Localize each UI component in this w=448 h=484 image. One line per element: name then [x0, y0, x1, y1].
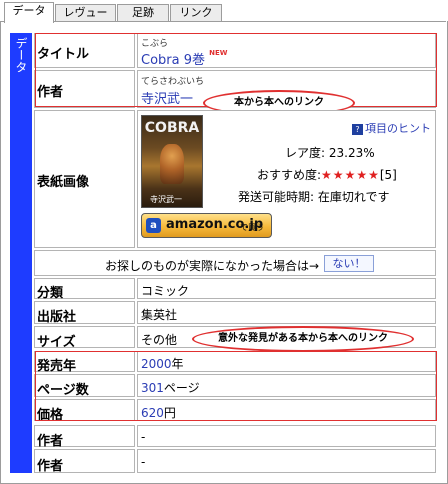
size-label: サイズ [37, 335, 76, 350]
shipping-label: 発送可能時期: [238, 190, 315, 204]
category-label-cell: 分類 [34, 278, 135, 301]
recommend-count: [5] [379, 168, 397, 182]
author2-label-cell: 作者 [34, 425, 135, 449]
rarity-line: レア度: 23.23% [285, 144, 375, 161]
amazon-cart-icon: a [146, 218, 161, 233]
amazon-buy-button[interactable]: a amazon.co.jp で買う [141, 213, 272, 238]
tab-bar: データ レヴュー 足跡 リンク [2, 2, 446, 23]
annotation-discovery-link: 意外な発見がある本から本へのリンク [192, 326, 414, 352]
tab-review[interactable]: レヴュー [55, 4, 116, 22]
author3-label-cell: 作者 [34, 449, 135, 474]
tab-underline [0, 21, 446, 22]
category-value-cell: コミック [137, 278, 436, 299]
recommend-line: おすすめ度:★★★★★[5] [257, 166, 397, 183]
author3-label: 作者 [37, 459, 64, 474]
tab-data[interactable]: データ [4, 2, 54, 23]
cover-image[interactable]: COBRA 寺沢武一 [141, 115, 203, 208]
category-label: 分類 [37, 286, 64, 301]
not-found-button[interactable]: ない！ [324, 255, 374, 272]
publisher-label: 出版社 [37, 310, 77, 325]
star-rating-icon: ★★★★★ [321, 168, 380, 182]
cover-image-title: COBRA [144, 120, 200, 136]
rarity-label: レア度: [285, 146, 326, 160]
cover-image-author: 寺沢武一 [150, 195, 182, 204]
shipping-line: 発送可能時期: 在庫切れです [238, 188, 390, 205]
hint-link[interactable]: ? 項目のヒント [352, 120, 431, 136]
rarity-value: 23.23% [328, 146, 375, 160]
section-sidebar: データ [10, 33, 32, 473]
author2-value-cell: - [137, 425, 436, 447]
publisher-label-cell: 出版社 [34, 301, 135, 325]
author3-value-cell: - [137, 449, 436, 473]
size-value: その他 [141, 333, 178, 347]
notfound-text: お探しのものが実際になかった場合は→ [105, 259, 320, 273]
category-value: コミック [141, 284, 190, 298]
author2-label: 作者 [37, 434, 64, 449]
publisher-value: 集英社 [141, 308, 178, 322]
tab-links[interactable]: リンク [170, 4, 222, 22]
cover-label-cell: 表紙画像 [34, 110, 135, 248]
recommend-label: おすすめ度: [257, 168, 322, 182]
hint-label: 項目のヒント [365, 122, 431, 135]
amazon-buy-label: で買う [240, 223, 264, 232]
tab-footprints[interactable]: 足跡 [117, 4, 169, 22]
help-icon: ? [352, 124, 363, 135]
size-label-cell: サイズ [34, 326, 135, 350]
cover-figure [160, 144, 184, 184]
author2-value: - [141, 430, 146, 444]
publisher-value-cell: 集英社 [137, 301, 436, 324]
shipping-value: 在庫切れです [317, 190, 390, 204]
cover-label: 表紙画像 [37, 175, 90, 190]
author3-value: - [141, 455, 146, 469]
sidebar-label: データ [14, 37, 28, 73]
notfound-row: お探しのものが実際になかった場合は→ [34, 250, 436, 276]
highlight-box-release-price [35, 351, 437, 421]
